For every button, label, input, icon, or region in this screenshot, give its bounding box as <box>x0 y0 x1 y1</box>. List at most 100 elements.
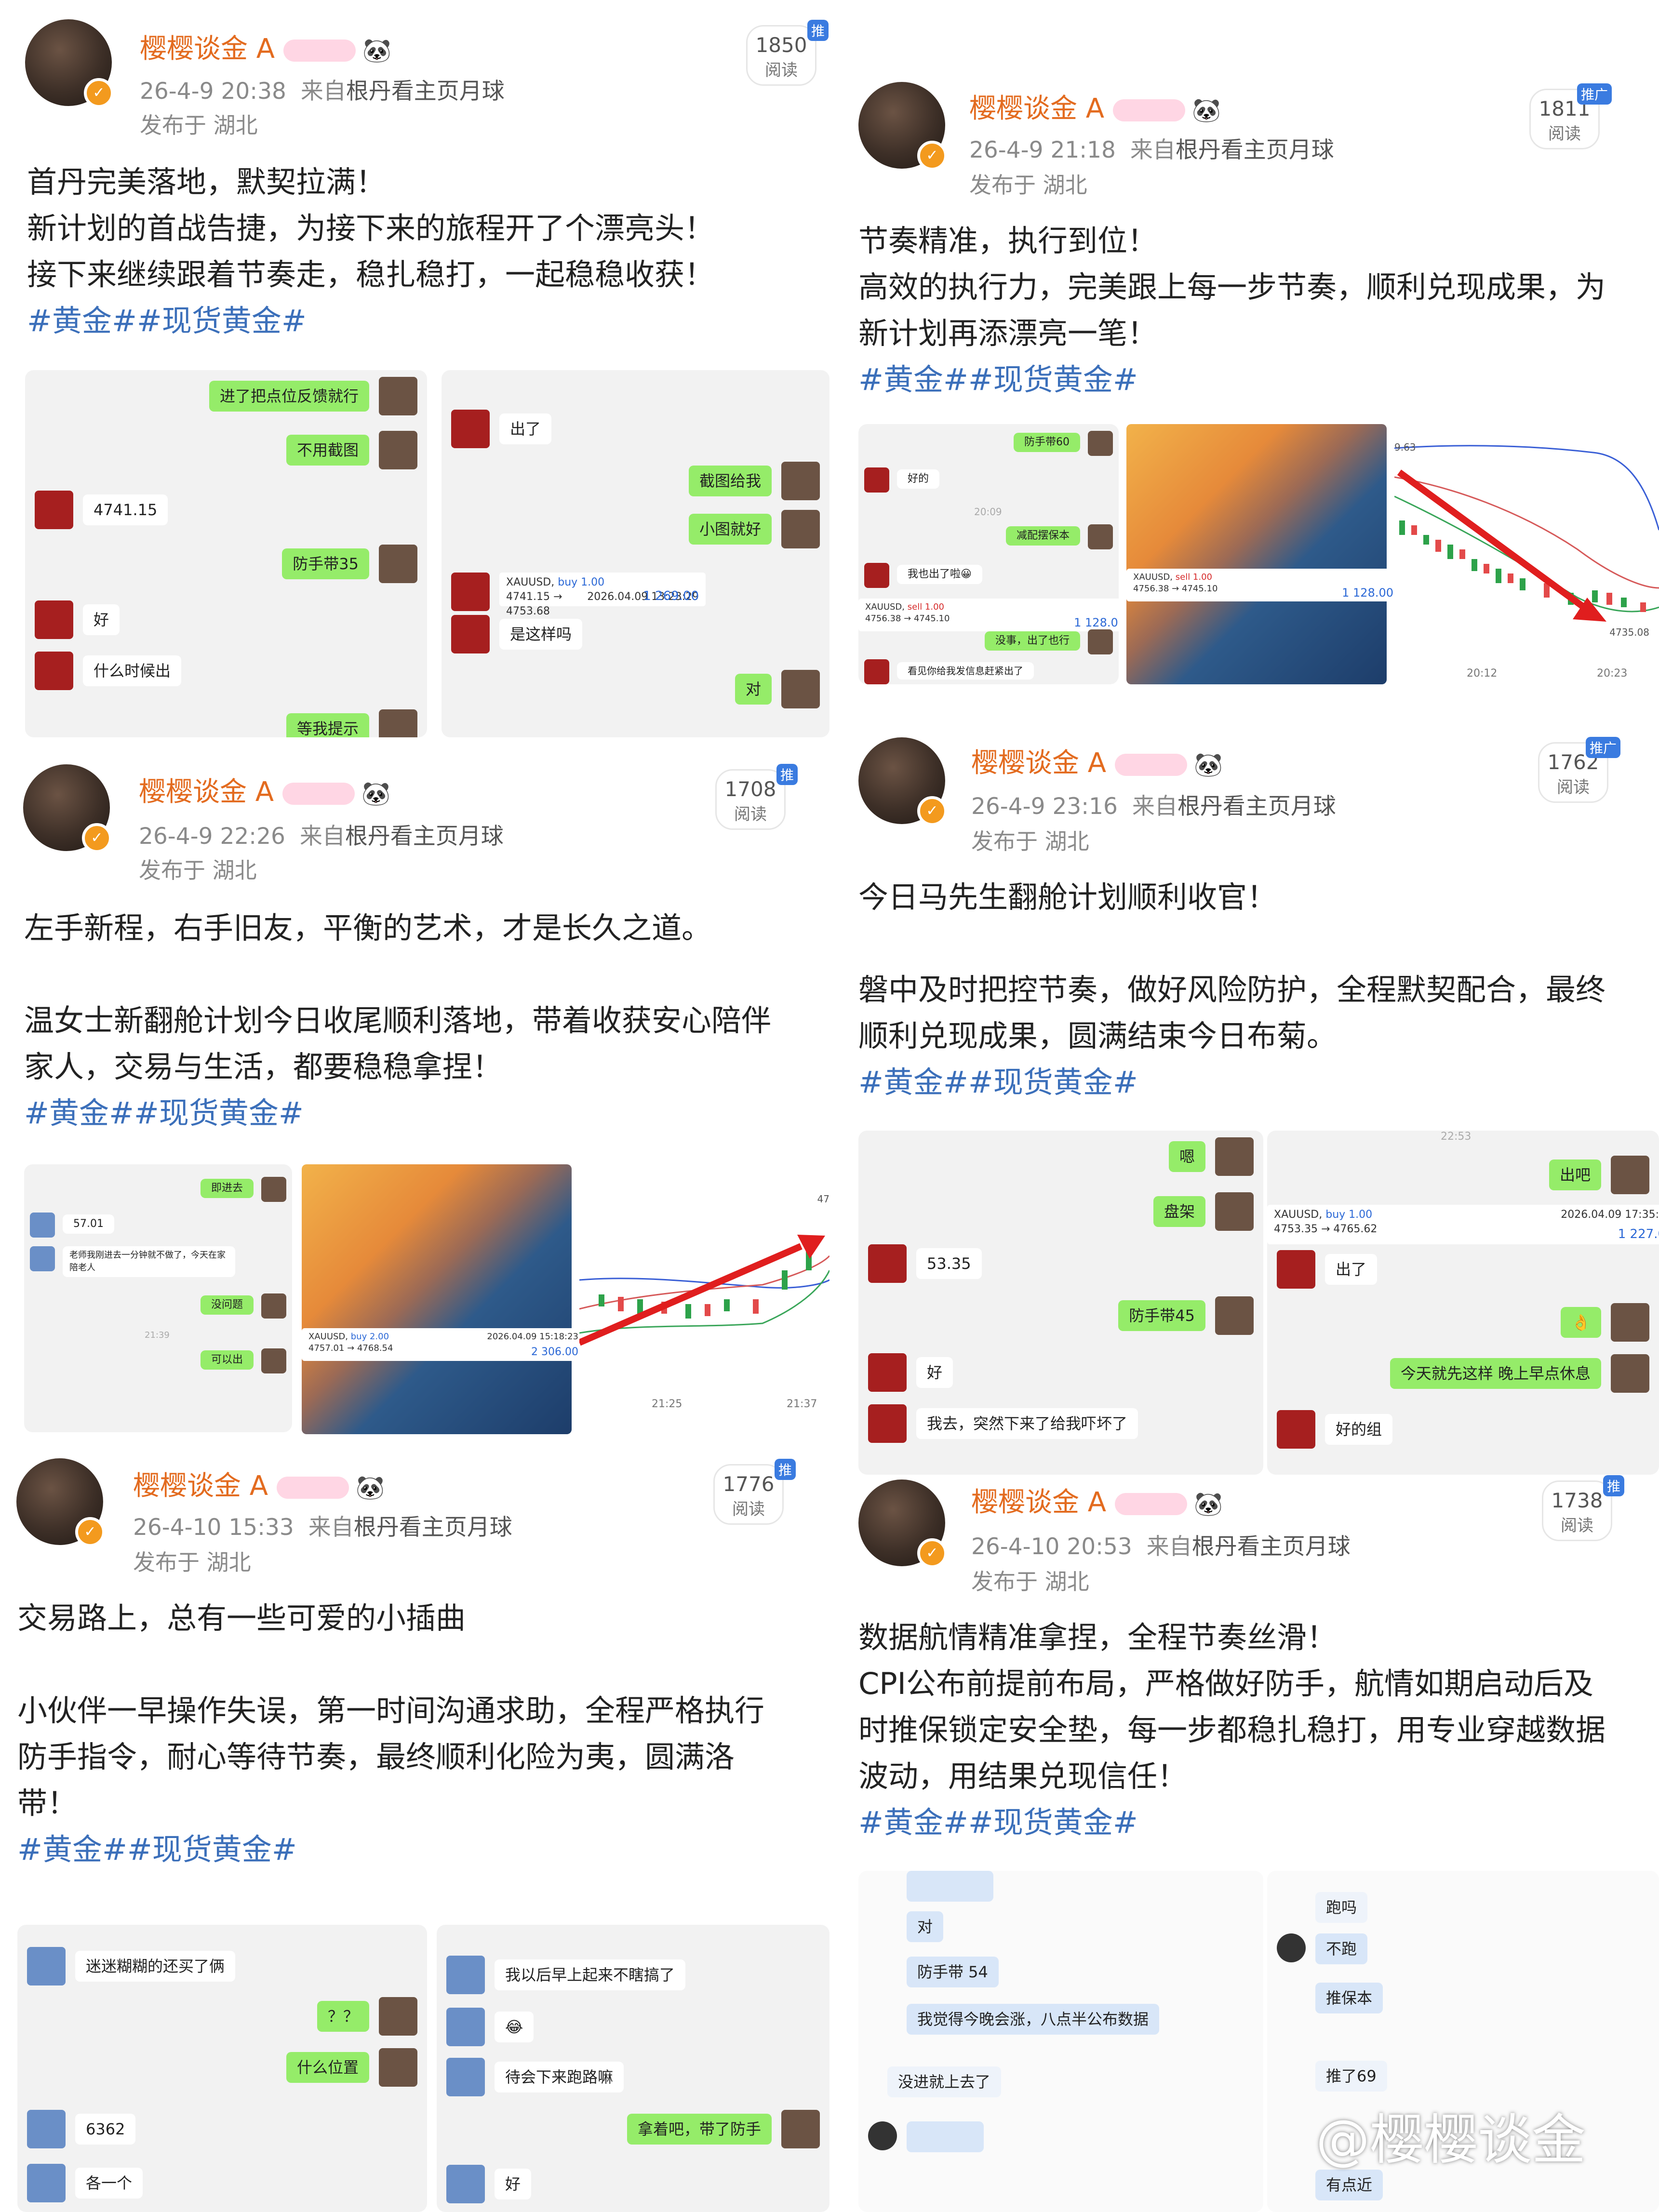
time-label: 21:37 <box>787 1398 817 1410</box>
post-4: ✓ 樱樱谈金 A 🐼 26-4-9 23:16 来自根丹看主页月球 发布于 湖北 … <box>830 689 1659 1475</box>
chat-message: 看见你给我发信息赶紧出了 <box>897 662 1034 680</box>
read-count: 1762 阅读 推广 <box>1538 737 1620 803</box>
chat-message: 好 <box>83 604 120 635</box>
chat-avatar <box>451 410 490 448</box>
chat-avatar <box>1277 1250 1315 1289</box>
post-3: ✓ 樱樱谈金 A 🐼 26-4-9 22:26 来自根丹看主页月球 发布于 湖北 … <box>0 737 830 1436</box>
chat-avatar <box>1277 1410 1315 1449</box>
candles <box>1399 520 1627 607</box>
source-link[interactable]: 根丹看主页月球 <box>346 78 505 105</box>
vip-badge-icon <box>1113 99 1186 121</box>
chat-message: 出吧 <box>1549 1159 1601 1190</box>
chat-avatar <box>1215 1296 1254 1335</box>
chat-avatar <box>868 1353 907 1392</box>
chat-message: 好的 <box>897 469 940 489</box>
chat-message: 待会下来跑路嘛 <box>495 2062 624 2092</box>
post-location: 发布于 湖北 <box>971 828 1089 854</box>
chat-avatar <box>379 431 417 469</box>
username[interactable]: 樱樱谈金 A 🐼 <box>971 741 1223 780</box>
price-chart[interactable]: 9.63 4735.08 20:12 20:23 <box>1394 424 1659 684</box>
chat-screenshot[interactable]: 我以后早上起来不瞎搞了 😂 待会下来跑路嘛 拿着吧，带了防手 好 <box>437 1925 830 2212</box>
chat-message: 推保本 <box>1315 1983 1383 2013</box>
chat-avatar <box>261 1177 286 1202</box>
chat-screenshot[interactable]: 嗯 盘架 53.35 防手带45 好 我去，突然下来了给我吓坏了 <box>858 1131 1263 1475</box>
time-label: 20:12 <box>1467 667 1498 680</box>
source-link[interactable]: 根丹看主页月球 <box>354 1514 512 1541</box>
verified-icon: ✓ <box>917 141 947 171</box>
promo-tag: 推广 <box>1577 83 1612 105</box>
chat-message: 防手带45 <box>1118 1300 1205 1331</box>
username[interactable]: 樱樱谈金 A 🐼 <box>133 1464 385 1503</box>
avatar[interactable]: ✓ <box>858 737 947 826</box>
post-body: 交易路上，总有一些可爱的小插曲 小伙伴一早操作失误，第一时间沟通求助，全程严格执… <box>17 1595 764 1873</box>
chat-message: 什么时候出 <box>83 655 182 686</box>
chat-avatar <box>1088 629 1113 654</box>
chat-avatar <box>30 1246 55 1271</box>
verified-icon: ✓ <box>75 1517 105 1547</box>
hashtag-link[interactable]: #黄金##现货黄金# <box>17 1826 764 1873</box>
chat-avatar <box>1215 1192 1254 1231</box>
chat-time: 21:39 <box>145 1330 170 1340</box>
username[interactable]: 樱樱谈金 A 🐼 <box>969 87 1221 126</box>
chat-screenshot[interactable]: 进了把点位反馈就行 不用截图 4741.15 防手带35 好 什么时候出 等我提… <box>25 370 427 737</box>
chat-avatar <box>379 1997 417 2036</box>
chat-time: 20:09 <box>974 506 1002 518</box>
source-link[interactable]: 根丹看主页月球 <box>1192 1533 1351 1560</box>
username[interactable]: 樱樱谈金 A 🐼 <box>971 1480 1223 1519</box>
avatar[interactable]: ✓ <box>16 1458 105 1547</box>
chat-screenshot[interactable]: 对 防手带 54 我觉得今晚会涨，八点半公布数据 没进就上去了 <box>858 1871 1263 2212</box>
hashtag-link[interactable]: #黄金##现货黄金# <box>858 1059 1605 1106</box>
post-meta: 26-4-9 22:26 来自根丹看主页月球 <box>139 823 504 850</box>
chat-avatar <box>1215 1137 1254 1176</box>
username[interactable]: 樱樱谈金 A 🐼 <box>139 770 390 809</box>
sea-photo[interactable]: XAUUSD, buy 2.00 2026.04.09 15:18:23 4757… <box>302 1164 585 1434</box>
chat-avatar <box>30 1213 55 1238</box>
chat-screenshot[interactable]: 防手带60 好的 20:09 减配摆保本 我也出了啦😀 XAUUSD, sell… <box>858 424 1119 684</box>
panda-icon: 🐼 <box>1194 751 1223 779</box>
price-chart-svg <box>578 1235 830 1346</box>
chat-message: 出了 <box>1325 1254 1378 1285</box>
hashtag-link[interactable]: #黄金##现货黄金# <box>858 1799 1605 1846</box>
chat-message: 我去，突然下来了给我吓坏了 <box>916 1408 1138 1439</box>
verified-icon: ✓ <box>917 1538 947 1568</box>
avatar[interactable]: ✓ <box>858 82 947 171</box>
chat-screenshot[interactable]: 出了 截图给我 小图就好 XAUUSD, buy 1.00 2026.04.09… <box>442 370 830 737</box>
chat-message: 是这样吗 <box>499 619 583 650</box>
avatar[interactable]: ✓ <box>25 19 114 108</box>
source-link[interactable]: 根丹看主页月球 <box>1177 793 1336 820</box>
username[interactable]: 樱樱谈金 A 🐼 <box>140 27 391 66</box>
chat-avatar <box>379 709 417 737</box>
chat-screenshot[interactable]: 迷迷糊糊的还买了俩 ？？ 什么位置 6362 各一个 <box>17 1925 427 2212</box>
avatar[interactable]: ✓ <box>858 1479 947 1568</box>
chat-message: 我觉得今晚会涨，八点半公布数据 <box>907 2004 1160 2035</box>
source-link[interactable]: 根丹看主页月球 <box>1176 137 1334 163</box>
source-link[interactable]: 根丹看主页月球 <box>345 823 504 850</box>
chat-message: 各一个 <box>75 2168 143 2199</box>
hashtag-link[interactable]: #黄金##现货黄金# <box>24 1090 771 1136</box>
chat-avatar <box>446 2008 485 2046</box>
chat-avatar <box>261 1293 286 1319</box>
post-location: 发布于 湖北 <box>139 857 257 883</box>
chat-message: 今天就先这样 晚上早点休息 <box>1390 1358 1601 1389</box>
chat-message: 老师我刚进去一分钟就不做了，今天在家陪老人 <box>63 1246 235 1277</box>
chat-message <box>907 2121 984 2152</box>
read-count: 1811 阅读 推广 <box>1529 83 1612 149</box>
read-count: 1850 阅读推 <box>746 20 829 86</box>
price-chart[interactable]: 47 21:25 21:37 <box>578 1164 830 1434</box>
post-location: 发布于 湖北 <box>969 172 1087 198</box>
chat-message: 没事，出了也行 <box>984 631 1080 651</box>
sea-photo[interactable]: XAUUSD, sell 1.00 4756.38 → 4745.10 1 128.… <box>1126 424 1400 684</box>
post-body: 今日马先生翻舱计划顺利收官！ 磐中及时把控节奏，做好风险防护，全程默契配合，最终… <box>858 874 1605 1106</box>
panda-icon: 🐼 <box>362 37 391 65</box>
post-2: ✓ 樱樱谈金 A 🐼 26-4-9 21:18 来自根丹看主页月球 发布于 湖北 … <box>830 0 1659 689</box>
hashtag-link[interactable]: #黄金##现货黄金# <box>858 357 1605 403</box>
chat-avatar <box>781 462 820 500</box>
chat-screenshot[interactable]: 22:53 出吧 XAUUSD, buy 1.00 2026.04.09 17:… <box>1267 1131 1659 1475</box>
chat-screenshot[interactable]: 即进去 57.01 老师我刚进去一分钟就不做了，今天在家陪老人 没问题 21:3… <box>24 1164 292 1432</box>
avatar[interactable]: ✓ <box>23 764 112 853</box>
chat-message: 没问题 <box>200 1295 254 1315</box>
hashtag-link[interactable]: #黄金##现货黄金# <box>27 298 714 344</box>
chat-avatar <box>864 467 889 493</box>
vip-badge-icon <box>282 782 355 805</box>
vip-badge-icon <box>1115 1492 1188 1515</box>
